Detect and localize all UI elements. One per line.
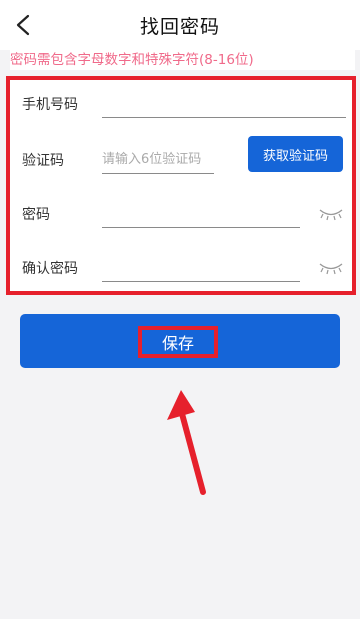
confirm-label: 确认密码 — [22, 261, 78, 277]
password-rule-hint: 密码需包含字母数字和特殊字符(8-16位) — [10, 50, 355, 70]
header: 找回密码 — [0, 0, 360, 50]
confirm-input[interactable] — [102, 254, 300, 282]
phone-label: 手机号码 — [22, 97, 78, 113]
eye-closed-icon[interactable] — [318, 260, 344, 276]
red-arrow-annotation — [167, 390, 206, 495]
code-input[interactable] — [102, 146, 214, 174]
form-card: 手机号码 验证码 获取验证码 密码 确认密码 — [6, 76, 356, 295]
save-button[interactable]: 保存 — [20, 314, 340, 368]
password-input[interactable] — [102, 200, 300, 228]
get-code-button[interactable]: 获取验证码 — [248, 136, 343, 172]
phone-input[interactable] — [102, 90, 346, 118]
confirm-row: 确认密码 — [10, 254, 352, 284]
code-label: 验证码 — [22, 153, 64, 169]
save-label: 保存 — [138, 326, 218, 358]
password-label: 密码 — [22, 207, 50, 223]
phone-row: 手机号码 — [10, 90, 352, 120]
page-title: 找回密码 — [139, 16, 220, 38]
code-row: 验证码 获取验证码 — [10, 136, 352, 176]
password-row: 密码 — [10, 200, 352, 230]
eye-closed-icon[interactable] — [318, 206, 344, 222]
